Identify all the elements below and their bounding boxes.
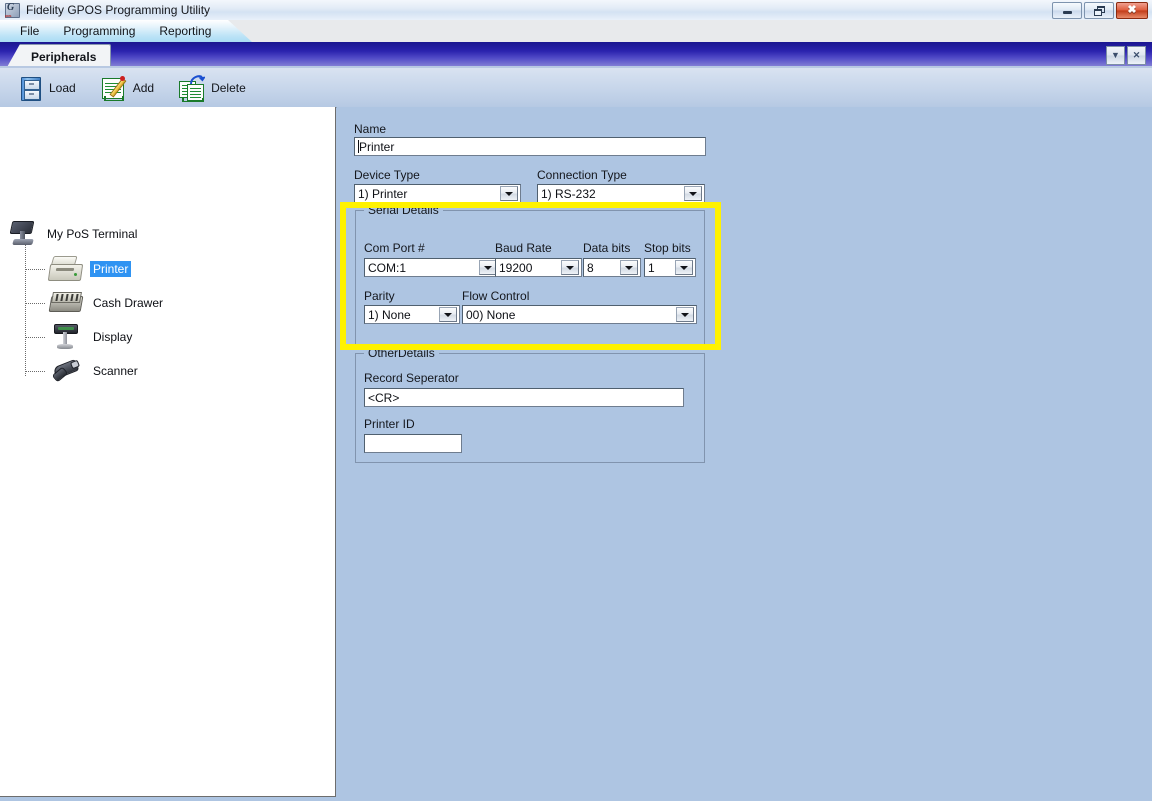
- record-seperator-input[interactable]: <CR>: [364, 388, 684, 407]
- restore-button[interactable]: [1084, 1, 1114, 19]
- tab-peripherals[interactable]: Peripherals: [6, 44, 112, 68]
- connection-type-combobox[interactable]: 1) RS-232: [537, 184, 705, 203]
- delete-button[interactable]: Delete: [172, 72, 252, 104]
- printer-icon: [47, 255, 84, 283]
- add-button-label: Add: [132, 80, 155, 95]
- name-label: Name: [354, 122, 387, 136]
- baud-rate-value: 19200: [499, 260, 533, 275]
- tree-item-root-label: My PoS Terminal: [47, 227, 138, 241]
- documents-arrow-icon: [178, 74, 206, 102]
- record-seperator-value: <CR>: [368, 390, 400, 405]
- toolbar: Load Add Delete: [0, 68, 1152, 108]
- printer-id-input[interactable]: [364, 434, 462, 453]
- other-details-group: OtherDetails Record Seperator <CR> Print…: [355, 346, 705, 463]
- baud-rate-combobox[interactable]: 19200: [495, 258, 582, 277]
- file-cabinet-icon: [16, 74, 44, 102]
- baud-rate-label: Baud Rate: [495, 241, 552, 255]
- chevron-down-icon[interactable]: [684, 186, 702, 201]
- load-button[interactable]: Load: [10, 72, 82, 104]
- name-input[interactable]: Printer: [354, 137, 706, 156]
- serial-details-title: Serial Details: [364, 203, 443, 217]
- name-input-value: Printer: [359, 139, 395, 154]
- connection-type-value: 1) RS-232: [541, 186, 596, 201]
- cash-drawer-icon: [48, 289, 84, 317]
- parity-value: 1) None: [368, 307, 411, 322]
- device-type-value: 1) Printer: [358, 186, 408, 201]
- tree-item-cash-drawer-label: Cash Drawer: [93, 296, 164, 310]
- menu-bar: File Programming Reporting: [0, 20, 1152, 42]
- peripheral-tree: My PoS Terminal Printer Cash Drawer Disp…: [0, 107, 335, 796]
- restore-icon: [1093, 5, 1105, 16]
- stop-bits-combobox[interactable]: 1: [644, 258, 696, 277]
- record-seperator-label: Record Seperator: [364, 371, 459, 385]
- menu-file[interactable]: File: [8, 22, 51, 41]
- chevron-down-icon[interactable]: [620, 260, 638, 275]
- device-detail-form: Name Printer Device Type 1) Printer Conn…: [337, 107, 1152, 801]
- tree-item-scanner[interactable]: Scanner: [25, 354, 141, 388]
- device-type-combobox[interactable]: 1) Printer: [354, 184, 521, 203]
- flow-control-value: 00) None: [466, 307, 516, 322]
- close-icon: ✖: [1127, 3, 1137, 16]
- flow-control-label: Flow Control: [462, 289, 530, 303]
- com-port-label: Com Port #: [364, 241, 425, 255]
- minimize-icon: [1062, 11, 1072, 14]
- application-window: G pos Fidelity GPOS Programming Utility …: [0, 0, 1152, 801]
- stop-bits-label: Stop bits: [644, 241, 691, 255]
- mdi-restore-button[interactable]: ▼: [1106, 46, 1125, 65]
- chevron-down-icon[interactable]: [675, 260, 693, 275]
- tree-item-printer-label: Printer: [90, 261, 132, 277]
- data-bits-combobox[interactable]: 8: [583, 258, 641, 277]
- mdi-window-controls: ▼ ✕: [1106, 46, 1146, 65]
- tree-item-printer[interactable]: Printer: [25, 252, 132, 286]
- mdi-close-button[interactable]: ✕: [1127, 46, 1146, 65]
- stop-bits-value: 1: [648, 260, 655, 275]
- load-button-label: Load: [49, 80, 76, 95]
- parity-combobox[interactable]: 1) None: [364, 305, 460, 324]
- window-title: Fidelity GPOS Programming Utility: [26, 3, 211, 17]
- minimize-button[interactable]: [1052, 1, 1082, 19]
- flow-control-combobox[interactable]: 00) None: [462, 305, 697, 324]
- tree-connector-line: [25, 243, 26, 376]
- window-controls: ✖: [1052, 1, 1148, 19]
- chevron-down-icon[interactable]: [439, 307, 457, 322]
- tree-item-display[interactable]: Display: [25, 320, 135, 354]
- printer-id-label: Printer ID: [364, 417, 415, 431]
- barcode-scanner-icon: [48, 357, 84, 385]
- other-details-title: OtherDetails: [364, 346, 439, 360]
- notepad-pencil-icon: [100, 74, 128, 102]
- menu-programming[interactable]: Programming: [51, 22, 147, 41]
- title-bar: G pos Fidelity GPOS Programming Utility …: [0, 0, 1152, 21]
- pole-display-icon: [48, 323, 84, 351]
- com-port-value: COM:1: [368, 260, 407, 275]
- menu-reporting[interactable]: Reporting: [147, 22, 223, 41]
- com-port-combobox[interactable]: COM:1: [364, 258, 500, 277]
- tree-item-scanner-label: Scanner: [93, 364, 138, 378]
- add-button[interactable]: Add: [94, 72, 160, 104]
- close-button[interactable]: ✖: [1116, 1, 1148, 19]
- data-bits-label: Data bits: [583, 241, 631, 255]
- tree-item-display-label: Display: [93, 330, 133, 344]
- curved-arrow-icon: [190, 74, 206, 84]
- delete-button-label: Delete: [211, 80, 246, 95]
- chevron-down-icon[interactable]: [561, 260, 579, 275]
- app-icon: G pos: [4, 2, 20, 18]
- tree-item-root[interactable]: My PoS Terminal: [8, 217, 140, 251]
- device-type-label: Device Type: [354, 168, 420, 182]
- tree-item-cash-drawer[interactable]: Cash Drawer: [25, 286, 166, 320]
- chevron-down-icon[interactable]: [676, 307, 694, 322]
- data-bits-value: 8: [587, 260, 594, 275]
- peripheral-tree-panel: My PoS Terminal Printer Cash Drawer Disp…: [0, 107, 336, 797]
- mdi-tab-strip: Peripherals ▼ ✕: [0, 42, 1152, 68]
- serial-details-group: Serial Details Com Port # COM:1 Baud Rat…: [355, 203, 705, 345]
- connection-type-label: Connection Type: [537, 168, 627, 182]
- parity-label: Parity: [364, 289, 395, 303]
- pos-terminal-icon: [8, 219, 38, 249]
- chevron-down-icon[interactable]: [500, 186, 518, 201]
